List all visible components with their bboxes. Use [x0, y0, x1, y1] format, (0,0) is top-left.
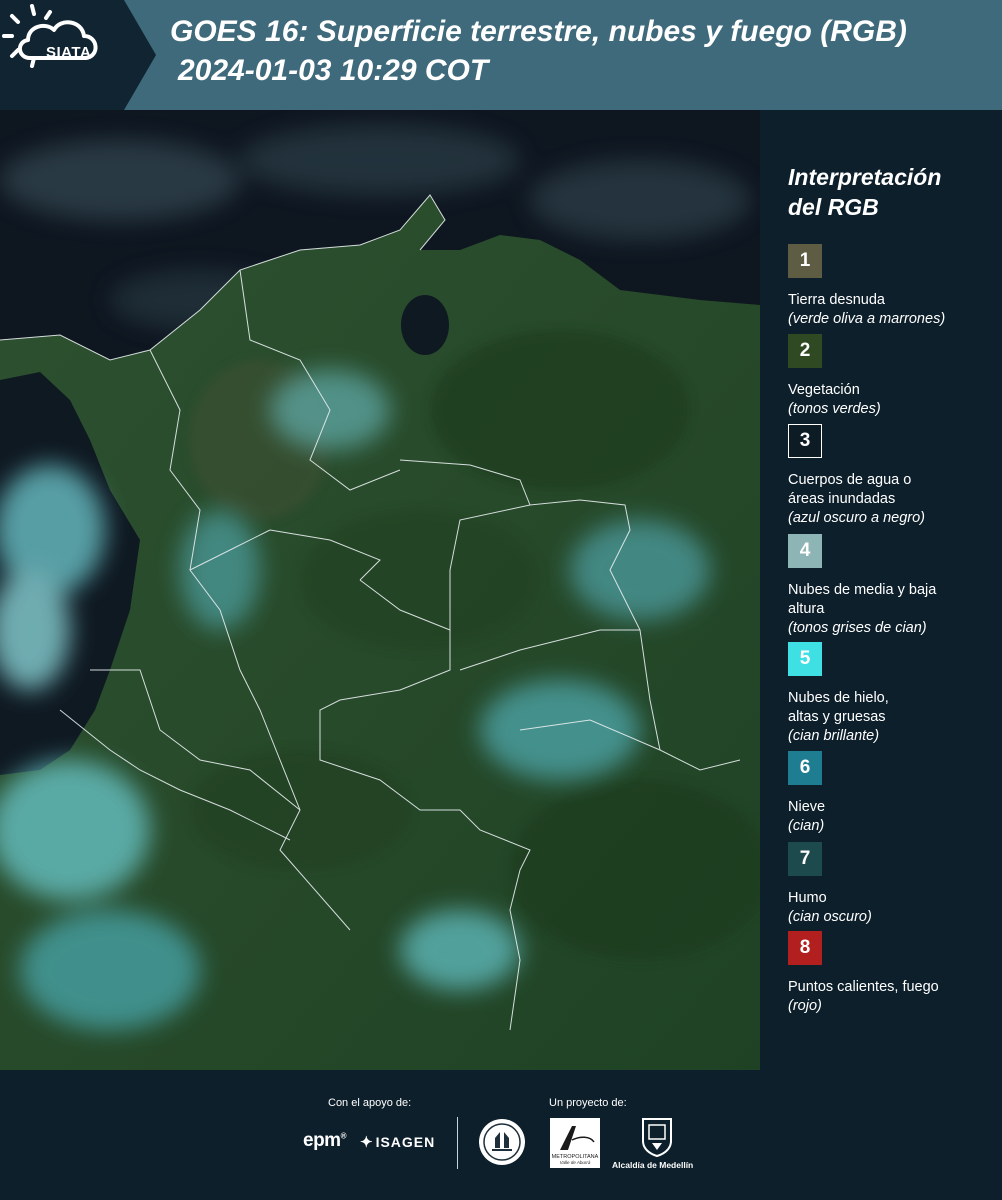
legend-item-tierra-desnuda: 1 Tierra desnuda (verde oliva a marrones…: [788, 244, 998, 329]
isagen-logo-text: ISAGEN: [375, 1134, 436, 1150]
legend-label-6: Nieve: [788, 799, 826, 815]
legend-label-1: Tierra desnuda: [788, 292, 885, 308]
area-metropolitana-logo: METROPOLITANA Valle de Aburrá: [550, 1118, 600, 1168]
legend-desc-1: (verde oliva a marrones): [788, 311, 946, 327]
legend-label-2: Vegetación: [788, 382, 860, 398]
medellin-coat-of-arms-icon: [642, 1118, 672, 1157]
area-logo-line2: Valle de Aburrá: [560, 1160, 591, 1165]
legend-swatch-4: 4: [788, 534, 822, 568]
legend-item-nubes-media-baja: 4 Nubes de media y baja altura (tonos gr…: [788, 534, 998, 638]
legend-swatch-5: 5: [788, 642, 822, 676]
medellin-logo-text: Alcaldía de Medellín: [612, 1160, 694, 1170]
legend-desc-5: (cian brillante): [788, 728, 880, 744]
legend-label-7: Humo: [788, 890, 827, 906]
footer-divider: [457, 1117, 458, 1169]
legend-swatch-2: 2: [788, 334, 822, 368]
legend-label-3: Cuerpos de agua o áreas inundadas: [788, 472, 912, 507]
siata-logo-block: SIATA: [0, 0, 160, 110]
legend-swatch-1: 1: [788, 244, 822, 278]
legend-label-5: Nubes de hielo, altas y gruesas: [788, 690, 889, 725]
header-bar: SIATA GOES 16: Superficie terrestre, nub…: [0, 0, 1002, 110]
epm-logo: epm®: [303, 1130, 347, 1151]
page-title: GOES 16: Superficie terrestre, nubes y f…: [170, 15, 907, 48]
legend-desc-6: (cian): [788, 818, 825, 834]
legend-item-vegetacion: 2 Vegetación (tonos verdes): [788, 334, 998, 419]
legend-panel: Interpretación del RGB 1 Tierra desnuda …: [760, 110, 1002, 1070]
legend-swatch-8: 8: [788, 931, 822, 965]
legend-item-nubes-de-hielo: 5 Nubes de hielo, altas y gruesas (cian …: [788, 642, 998, 746]
legend-item-cuerpos-de-agua: 3 Cuerpos de agua o áreas inundadas (azu…: [788, 424, 998, 528]
legend-desc-8: (rojo): [788, 998, 822, 1014]
siata-logo-text: SIATA: [46, 44, 92, 61]
legend-item-humo: 7 Humo (cian oscuro): [788, 842, 998, 927]
siata-sun-cloud-icon: [2, 4, 98, 68]
legend-label-4: Nubes de media y baja altura: [788, 582, 937, 617]
epm-logo-text: epm: [303, 1130, 341, 1151]
legend-desc-4: (tonos grises de cian): [788, 620, 927, 636]
support-label: Con el apoyo de:: [328, 1097, 412, 1109]
legend-swatch-7: 7: [788, 842, 822, 876]
footer: Con el apoyo de: Un proyecto de: epm® ✦ I…: [0, 1070, 1002, 1200]
satellite-map-image: [0, 110, 760, 1070]
legend-label-8: Puntos calientes, fuego: [788, 979, 939, 995]
legend-item-nieve: 6 Nieve (cian): [788, 751, 998, 836]
page-timestamp: 2024-01-03 10:29 COT: [178, 54, 489, 87]
legend-title-line2: del RGB: [788, 194, 879, 220]
project-label: Un proyecto de:: [549, 1097, 627, 1109]
area-metropolitana-mark-icon: METROPOLITANA Valle de Aburrá: [552, 1126, 599, 1165]
isagen-logo: ✦ ISAGEN: [360, 1133, 435, 1151]
legend-item-puntos-calientes: 8 Puntos calientes, fuego (rojo): [788, 931, 998, 1016]
rgb-composite-map: [0, 110, 760, 1070]
legend-desc-2: (tonos verdes): [788, 401, 881, 417]
legend-title: Interpretación del RGB: [788, 162, 988, 222]
legend-desc-3: (azul oscuro a negro): [788, 510, 926, 526]
isagen-mark-icon: ✦: [360, 1134, 374, 1151]
legend-swatch-6: 6: [788, 751, 822, 785]
legend-title-line1: Interpretación: [788, 164, 942, 190]
legend-swatch-3: 3: [788, 424, 822, 458]
university-seal-icon: [479, 1119, 525, 1165]
legend-desc-7: (cian oscuro): [788, 909, 872, 925]
